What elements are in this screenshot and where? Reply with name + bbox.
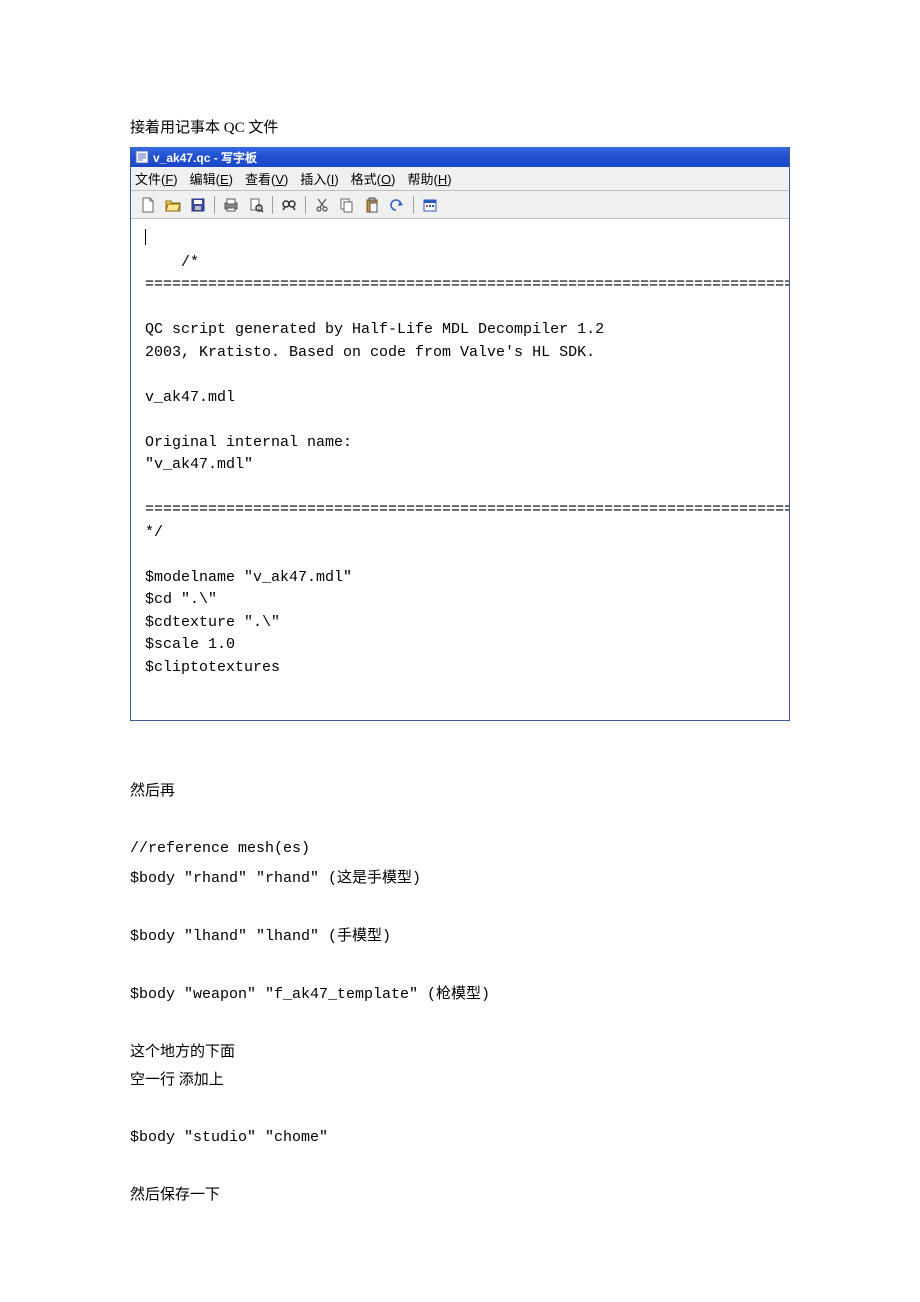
menu-format[interactable]: 格式(O) (351, 169, 396, 188)
print-preview-button[interactable] (245, 194, 267, 216)
find-button[interactable] (278, 194, 300, 216)
code-ref: //reference mesh(es) (130, 840, 310, 857)
menu-edit[interactable]: 编辑(E) (190, 169, 233, 188)
toolbar (131, 191, 789, 219)
datetime-button[interactable] (419, 194, 441, 216)
undo-button[interactable] (386, 194, 408, 216)
open-file-button[interactable] (162, 194, 184, 216)
copy-button[interactable] (336, 194, 358, 216)
save-button[interactable] (187, 194, 209, 216)
code-line-3: $body "weapon" "f_ak47_template" (枪模型) (130, 986, 490, 1003)
text-cursor (145, 229, 146, 245)
toolbar-separator (272, 196, 273, 214)
code-line-4: $body "studio" "chome" (130, 1129, 328, 1146)
wordpad-window: v_ak47.qc - 写字板 文件(F) 编辑(E) 查看(V) 插入(I) … (130, 147, 790, 721)
wordpad-icon (135, 150, 149, 164)
heading-2: 然后再 (130, 783, 175, 799)
window-titlebar: v_ak47.qc - 写字板 (131, 147, 789, 167)
editor-area[interactable]: /* =====================================… (131, 219, 789, 720)
note-2: 空一行 添加上 (130, 1072, 224, 1088)
new-file-button[interactable] (137, 194, 159, 216)
toolbar-separator (305, 196, 306, 214)
body-text: 然后再 //reference mesh(es) $body "rhand" "… (130, 749, 790, 1210)
intro-heading: 接着用记事本 QC 文件 (130, 116, 790, 137)
menu-help[interactable]: 帮助(H) (407, 169, 451, 188)
note-3: 然后保存一下 (130, 1187, 220, 1203)
note-1: 这个地方的下面 (130, 1044, 235, 1060)
menu-view[interactable]: 查看(V) (245, 169, 288, 188)
menu-file[interactable]: 文件(F) (135, 169, 178, 188)
code-line-1: $body "rhand" "rhand" (这是手模型) (130, 870, 421, 887)
toolbar-separator (214, 196, 215, 214)
editor-content: /* =====================================… (145, 254, 789, 676)
toolbar-separator (413, 196, 414, 214)
menu-insert[interactable]: 插入(I) (300, 169, 338, 188)
paste-button[interactable] (361, 194, 383, 216)
code-line-2: $body "lhand" "lhand" (手模型) (130, 928, 391, 945)
window-title: v_ak47.qc - 写字板 (153, 149, 257, 166)
print-button[interactable] (220, 194, 242, 216)
cut-button[interactable] (311, 194, 333, 216)
menubar: 文件(F) 编辑(E) 查看(V) 插入(I) 格式(O) 帮助(H) (131, 167, 789, 191)
